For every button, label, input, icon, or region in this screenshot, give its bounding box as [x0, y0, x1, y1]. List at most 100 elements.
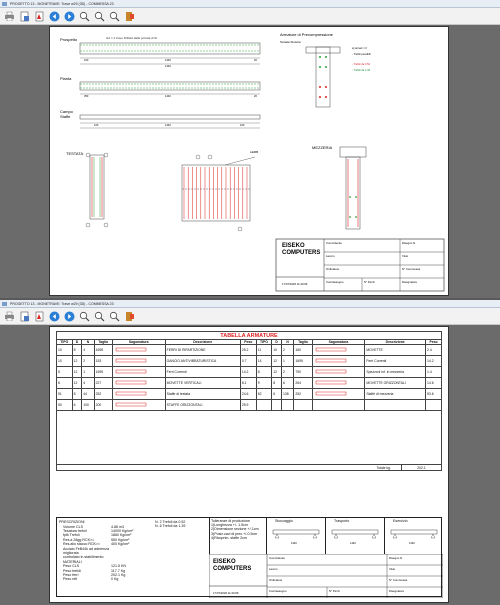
table-cell [280, 399, 295, 411]
label-staffe: Staffe [60, 114, 71, 119]
table-cell: 790 [293, 366, 313, 378]
table-cell: FERRI DI RIPARTIZIONE [164, 344, 241, 356]
svg-text:Lavoro: Lavoro [269, 567, 278, 571]
svg-text:17/07/2020 11:20:66: 17/07/2020 11:20:66 [213, 591, 239, 595]
table-cell [271, 399, 282, 411]
svg-text:1440: 1440 [165, 94, 171, 98]
table-cell: 6 [56, 377, 73, 389]
preview-window-bottom: PROGETTO 13 - MONETRAVE: Trave w29 (3D) … [0, 300, 500, 605]
prescrizione-line: Peso reti 0 Kg [63, 577, 119, 582]
next-icon[interactable] [63, 310, 75, 322]
table-cell: 8 [255, 366, 273, 378]
exit-icon[interactable] [123, 10, 135, 22]
table-cell: 100 [81, 399, 95, 411]
next-icon[interactable] [63, 10, 75, 22]
shape-cell [111, 399, 166, 411]
shape-cell [111, 388, 166, 400]
armature-subtitle: Testata Sinistra [280, 40, 301, 44]
table-cell: 2 [280, 366, 295, 378]
table-cell: 12 [71, 366, 83, 378]
table-cell: 10 [56, 344, 73, 356]
zoom-in-icon[interactable] [78, 310, 90, 322]
svg-text:1440: 1440 [165, 64, 171, 68]
shape-cell [311, 388, 366, 400]
table-cell: Spezzoni inf. in mezzeria [364, 366, 427, 378]
zoom-out-icon[interactable] [93, 10, 105, 22]
legend-1: a) ternari = 0 [352, 46, 367, 50]
window-title-bar: PROGETTO 13 - MONETRAVE: Trave w29 (3D) … [0, 0, 500, 8]
label-testata: TESTATA [66, 151, 83, 156]
table-cell: MOVETTE VERTICALI [164, 377, 241, 389]
table-cell: 6 [280, 377, 295, 389]
table-title: TABELLA ARMATURE [56, 331, 442, 339]
table-cell: 2 [280, 344, 295, 356]
phase-esercizio: Esercizio 1440 [385, 518, 443, 554]
table-cell: 11 [255, 344, 273, 356]
legend-3: - Trefoli da 0.52 [352, 62, 371, 66]
company-name-2: COMPUTERS [213, 566, 251, 572]
prev-icon[interactable] [48, 10, 60, 22]
table-cell: 1695 [93, 344, 113, 356]
pdf-icon[interactable] [33, 310, 45, 322]
svg-text:100: 100 [84, 58, 89, 62]
table-cell: 10 [271, 344, 282, 356]
table-cell: 1 [280, 355, 295, 367]
svg-text:1440: 1440 [350, 541, 356, 545]
svg-text:N° Commessa: N° Commessa [402, 267, 421, 271]
print-icon[interactable] [3, 310, 15, 322]
table-blank-area [56, 411, 442, 465]
table-cell: 14.6 [425, 377, 442, 389]
svg-text:1440: 1440 [291, 541, 297, 545]
svg-text:Disegnatore: Disegnatore [402, 280, 418, 284]
table-cell: 138 [280, 388, 295, 400]
label-mezzeria: MEZZERIA [312, 145, 333, 150]
prescrizioni-block: PRESCRIZIONI Volume CLS 4.86 m3 Tesatura t… [56, 517, 443, 598]
table-cell: 10 [56, 355, 73, 367]
table-cell: 24.6 [239, 388, 257, 400]
armature-title: Armature di Precompressione [280, 32, 334, 37]
table-cell: 252 [293, 388, 313, 400]
svg-text:Visto: Visto [389, 567, 396, 571]
table-cell: 5 [56, 366, 73, 378]
print-icon[interactable] [3, 10, 15, 22]
table-cell: 8.1 [239, 377, 257, 389]
company-name-1: EISEKO [282, 243, 305, 249]
table-cell: 12 [271, 355, 282, 367]
table-cell: 14 [255, 355, 273, 367]
table-cell: 153 [93, 355, 113, 367]
armature-table-wrap: TABELLA ARMATURE TIPO D N Taglio Sagomatura D… [56, 331, 442, 471]
table-cell: 9 [255, 377, 273, 389]
svg-text:100: 100 [94, 123, 99, 127]
table-cell: MOVETTE ORIZZONTALI [364, 377, 427, 389]
preview-window-top: PROGETTO 13 - MONETRAVE: Trave w29 (3D) … [0, 0, 500, 298]
svg-text:N° Commessa: N° Commessa [389, 578, 408, 582]
table-cell: Ferri Correnti [364, 355, 427, 367]
table-cell: STAFFE ORIZZONTALI [164, 399, 241, 411]
table-cell: 264 [293, 377, 313, 389]
zoom-in-icon[interactable] [78, 10, 90, 22]
table-cell: 25.2 [239, 344, 257, 356]
total-row: Totale kg. 202.1 [56, 465, 442, 471]
table-cell: Ferri Correnti [164, 366, 241, 378]
table-cell: 2.4 [425, 344, 442, 356]
page-setup-icon[interactable] [18, 310, 30, 322]
table-cell: MOVETTE [364, 344, 427, 356]
zoom-fit-icon[interactable] [108, 10, 120, 22]
table-sheet: TABELLA ARMATURE TIPO D N Taglio Sagomatura D… [50, 327, 448, 602]
window-title-2: PROGETTO 13 - MONETRAVE: Trave w29 (3D) … [10, 302, 114, 306]
zoom-out-icon[interactable] [93, 310, 105, 322]
prev-icon[interactable] [48, 310, 60, 322]
zoom-fit-icon[interactable] [108, 310, 120, 322]
table-cell: 8 [271, 377, 282, 389]
pdf-icon[interactable] [33, 10, 45, 22]
svg-text:Contrassegno: Contrassegno [326, 280, 344, 284]
label-lemb: LEMB [250, 150, 258, 154]
window-title-bar-2: PROGETTO 13 - MONETRAVE: Trave w29 (3D) … [0, 300, 500, 308]
label-prospetto: Prospetto [60, 37, 78, 42]
table-cell: 51 [56, 388, 73, 400]
drawing-sheet: Prospetto G2 = 4 Cavo D/DHA dalla portat… [50, 27, 448, 295]
exit-icon[interactable] [123, 310, 135, 322]
page-setup-icon[interactable] [18, 10, 30, 22]
shape-cell [111, 344, 166, 356]
svg-text:Disegno N.: Disegno N. [402, 241, 416, 245]
